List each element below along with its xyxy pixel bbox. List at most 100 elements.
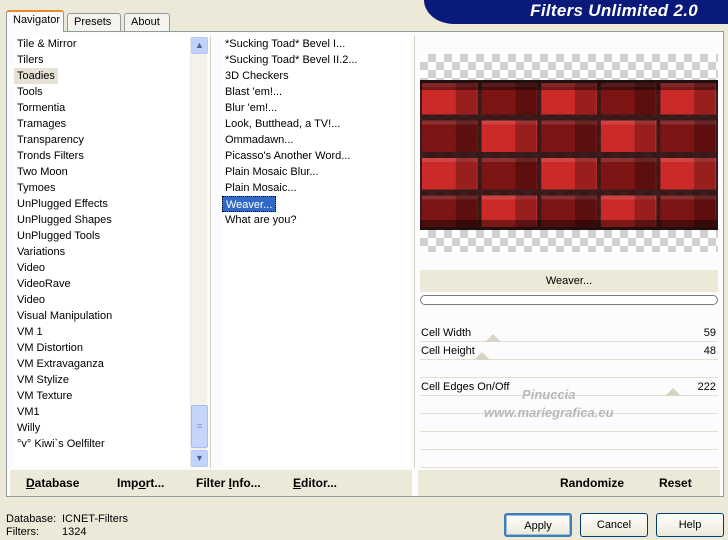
category-item[interactable]: UnPlugged Tools [14,228,189,244]
filter-item[interactable]: *Sucking Toad* Bevel I... [222,36,412,52]
category-item[interactable]: VM 1 [14,324,189,340]
filter-item-label: Ommadawn... [225,134,294,146]
category-item-label: Tronds Filters [17,150,84,162]
cancel-button[interactable]: Cancel [580,513,648,537]
database-button[interactable]: Database [26,470,79,496]
category-item-label: Video [17,294,45,306]
divider [414,36,415,468]
import-button[interactable]: Import... [117,470,164,496]
category-item[interactable]: Tramages [14,116,189,132]
category-item[interactable]: VM Texture [14,388,189,404]
category-item[interactable]: °v° Kiwi`s Oelfilter [14,436,189,452]
slider-value: 59 [703,327,716,339]
category-item[interactable]: Willy [14,420,189,436]
slider-label: Cell Width [421,327,472,339]
filter-item-label: Picasso's Another Word... [225,150,351,162]
help-button[interactable]: Help [656,513,724,537]
filter-item[interactable]: Blast 'em!... [222,84,412,100]
reset-button[interactable]: Reset [659,470,692,496]
filter-item[interactable]: Blur 'em!... [222,100,412,116]
filter-item[interactable]: Look, Butthead, a TV!... [222,116,412,132]
category-item[interactable]: VM1 [14,404,189,420]
filter-item[interactable]: Plain Mosaic... [222,180,412,196]
slider-cell-height[interactable]: Cell Height 48 [420,342,718,360]
filter-item-label: Plain Mosaic Blur... [225,166,319,178]
category-item[interactable]: Variations [14,244,189,260]
slider-value: 222 [697,381,716,393]
app-title: Filters Unlimited 2.0 [530,1,698,20]
category-item[interactable]: Tronds Filters [14,148,189,164]
category-item[interactable]: Two Moon [14,164,189,180]
status-label: Filters: [6,526,39,538]
divider [210,36,211,468]
tab-navigator[interactable]: Navigator [6,10,64,32]
filter-item[interactable]: *Sucking Toad* Bevel II.2... [222,52,412,68]
category-item-label: Toadies [14,68,58,84]
category-list[interactable]: Tile & Mirror Tilers Toadies Tools Tormentia… [14,36,189,466]
category-item[interactable]: Visual Manipulation [14,308,189,324]
category-item-label: VM Stylize [17,374,69,386]
tab-about[interactable]: About [124,13,170,31]
category-item-label: Tramages [17,118,67,130]
filter-info-button[interactable]: Filter Info... [196,470,261,496]
category-item[interactable]: UnPlugged Effects [14,196,189,212]
filter-item-label: Blur 'em!... [225,102,278,114]
watermark-line: www.mariegrafica.eu [484,405,614,420]
empty-slider-row [420,432,718,450]
category-item[interactable]: VM Extravaganza [14,356,189,372]
filter-item-label: Plain Mosaic... [225,182,297,194]
category-item-label: Willy [17,422,41,434]
randomize-button[interactable]: Randomize [560,470,624,496]
filter-item[interactable]: Picasso's Another Word... [222,148,412,164]
watermark-line: Pinuccia [522,387,576,402]
filter-item[interactable]: Weaver... [222,196,412,212]
filter-item-label: *Sucking Toad* Bevel I... [225,38,346,50]
apply-button[interactable]: Apply [504,513,572,537]
slider-thumb[interactable] [473,352,490,360]
category-item[interactable]: Tymoes [14,180,189,196]
scroll-down-button[interactable]: ▼ [191,450,208,467]
filter-list[interactable]: *Sucking Toad* Bevel I... *Sucking Toad* … [222,36,412,466]
filter-item-label: What are you? [225,214,297,226]
category-item[interactable]: Video [14,292,189,308]
category-item-label: Transparency [17,134,84,146]
category-item-label: UnPlugged Shapes [17,214,112,226]
category-item-label: VideoRave [17,278,71,290]
scroll-thumb[interactable]: ≡ [191,405,208,448]
scroll-up-button[interactable]: ▲ [191,37,208,54]
filter-item-label: Blast 'em!... [225,86,283,98]
slider-thumb[interactable] [665,388,682,396]
category-scrollbar[interactable]: ▲ ≡ ▼ [190,37,208,467]
tab-presets[interactable]: Presets [67,13,121,31]
filter-item[interactable]: Ommadawn... [222,132,412,148]
category-item[interactable]: UnPlugged Shapes [14,212,189,228]
category-item[interactable]: VM Distortion [14,340,189,356]
filter-name-label: Weaver... [420,270,718,292]
category-item-label: VM Texture [17,390,73,402]
filter-item-label: *Sucking Toad* Bevel II.2... [225,54,358,66]
category-item-label: VM Distortion [17,342,84,354]
editor-button[interactable]: Editor... [293,470,337,496]
filter-item[interactable]: 3D Checkers [222,68,412,84]
category-item-label: Tormentia [17,102,66,114]
slider-cell-width[interactable]: Cell Width 59 [420,324,718,342]
chevron-down-icon: ▼ [195,453,204,463]
category-item[interactable]: Tile & Mirror [14,36,189,52]
category-item[interactable]: Toadies [14,68,189,84]
category-item[interactable]: Tormentia [14,100,189,116]
category-item-label: VM Extravaganza [17,358,104,370]
category-item[interactable]: Transparency [14,132,189,148]
weave-preview [420,80,718,230]
category-item[interactable]: VM Stylize [14,372,189,388]
filter-item[interactable]: What are you? [222,212,412,228]
slider-thumb[interactable] [484,334,501,342]
category-item[interactable]: VideoRave [14,276,189,292]
category-item-label: Tilers [17,54,44,66]
right-action-bar: Randomize Reset [418,470,720,496]
category-item[interactable]: Tilers [14,52,189,68]
filter-item[interactable]: Plain Mosaic Blur... [222,164,412,180]
category-item[interactable]: Video [14,260,189,276]
category-item[interactable]: Tools [14,84,189,100]
chevron-up-icon: ▲ [195,40,204,50]
category-item-label: VM1 [17,406,40,418]
